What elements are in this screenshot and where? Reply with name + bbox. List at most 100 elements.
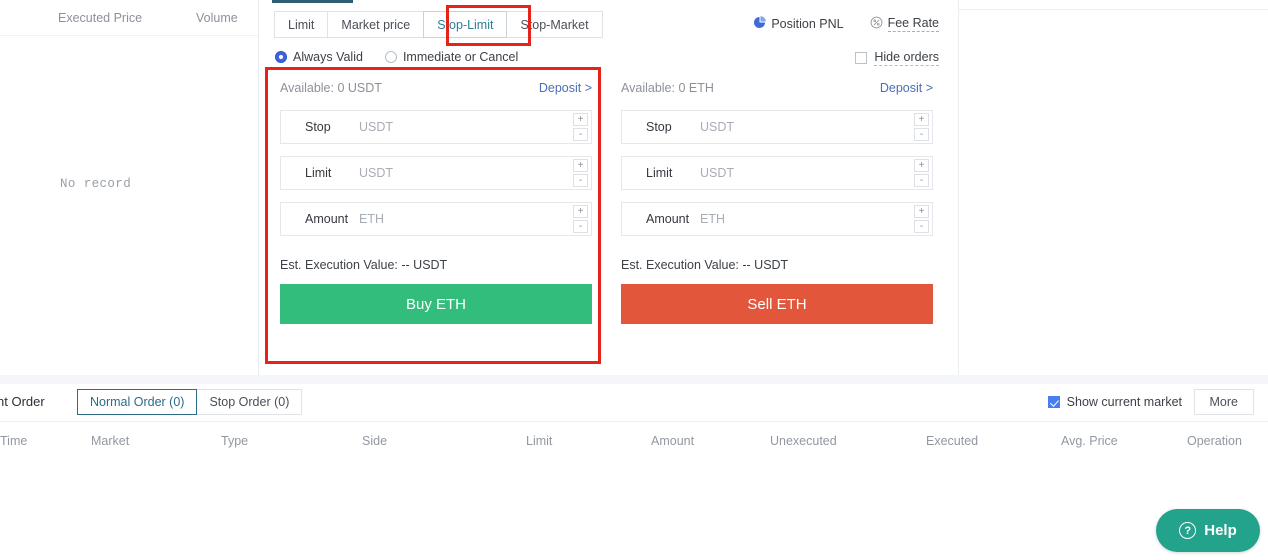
- sell-amount-increment[interactable]: +: [914, 205, 929, 218]
- sell-stop-field[interactable]: Stop + -: [621, 110, 933, 144]
- validity-option-immediate-or-cancel[interactable]: Immediate or Cancel: [384, 50, 519, 64]
- buy-amount-field[interactable]: Amount + -: [280, 202, 592, 236]
- buy-available-balance: Available: 0 USDT: [280, 81, 382, 95]
- sell-stop-increment[interactable]: +: [914, 113, 929, 126]
- buy-stop-stepper[interactable]: + -: [573, 113, 588, 141]
- position-pnl-label: Position PNL: [771, 17, 844, 31]
- buy-limit-input[interactable]: [359, 166, 591, 180]
- buy-estimated-value: Est. Execution Value: -- USDT: [280, 258, 448, 272]
- order-type-tab-limit[interactable]: Limit: [274, 11, 329, 38]
- th-market: Market: [91, 434, 130, 448]
- order-validity-options: Always Valid Immediate or Cancel: [275, 50, 540, 64]
- buy-stop-label: Stop: [305, 120, 331, 134]
- sell-available-balance: Available: 0 ETH: [621, 81, 714, 95]
- show-current-market-checkbox[interactable]: [1047, 396, 1060, 408]
- hide-orders-label: Hide orders: [874, 50, 939, 66]
- sell-amount-stepper[interactable]: + -: [914, 205, 929, 233]
- sell-limit-decrement[interactable]: -: [914, 174, 929, 187]
- sell-stop-label: Stop: [646, 120, 672, 134]
- buy-stop-field[interactable]: Stop + -: [280, 110, 592, 144]
- fee-rate-label: Fee Rate: [887, 16, 939, 32]
- show-current-market-toggle[interactable]: Show current market: [1047, 395, 1182, 409]
- question-mark-icon: ?: [1179, 522, 1197, 539]
- current-order-label: nt Order: [0, 394, 45, 409]
- orders-table-header: Time Market Type Side Limit Amount Unexe…: [0, 422, 1268, 456]
- sell-limit-field[interactable]: Limit + -: [621, 156, 933, 190]
- buy-amount-stepper[interactable]: + -: [573, 205, 588, 233]
- sell-estimated-value: Est. Execution Value: -- USDT: [621, 258, 789, 272]
- sell-eth-button[interactable]: Sell ETH: [621, 284, 933, 324]
- validity-option-always-valid[interactable]: Always Valid: [275, 50, 363, 64]
- buy-amount-increment[interactable]: +: [573, 205, 588, 218]
- right-side-pane: [959, 0, 1268, 375]
- buy-stop-increment[interactable]: +: [573, 113, 588, 126]
- order-type-tab-market-price[interactable]: Market price: [327, 11, 425, 38]
- percent-circle-icon: [870, 16, 883, 32]
- validity-label-always-valid: Always Valid: [293, 50, 363, 64]
- buy-limit-increment[interactable]: +: [573, 159, 588, 172]
- tab-normal-order[interactable]: Normal Order (0): [77, 389, 198, 415]
- fee-rate-link[interactable]: Fee Rate: [870, 16, 939, 32]
- th-limit: Limit: [526, 434, 553, 448]
- help-button[interactable]: ? Help: [1156, 509, 1260, 552]
- sell-limit-stepper[interactable]: + -: [914, 159, 929, 187]
- buy-deposit-link[interactable]: Deposit >: [539, 81, 592, 95]
- order-type-tabs: Limit Market price Stop-Limit Stop-Marke…: [274, 11, 603, 38]
- hide-orders-toggle[interactable]: Hide orders: [855, 50, 939, 66]
- trade-form-panel: Limit Market price Stop-Limit Stop-Marke…: [259, 0, 959, 375]
- sell-deposit-link[interactable]: Deposit >: [880, 81, 933, 95]
- pie-chart-icon: [753, 16, 767, 32]
- orders-section: nt Order Normal Order (0) Stop Order (0)…: [0, 384, 1268, 560]
- order-book-panel: Executed Price Volume No record: [0, 0, 259, 375]
- sell-limit-input[interactable]: [700, 166, 932, 180]
- orders-header: nt Order Normal Order (0) Stop Order (0)…: [0, 384, 1268, 422]
- buy-amount-input[interactable]: [359, 212, 591, 226]
- order-type-tab-stop-market[interactable]: Stop-Market: [506, 11, 603, 38]
- th-unexecuted: Unexecuted: [770, 434, 837, 448]
- sell-amount-input[interactable]: [700, 212, 932, 226]
- sell-limit-label: Limit: [646, 166, 673, 180]
- validity-label-immediate-or-cancel: Immediate or Cancel: [402, 50, 519, 64]
- sell-limit-increment[interactable]: +: [914, 159, 929, 172]
- active-top-tab-indicator: [272, 0, 353, 3]
- more-button[interactable]: More: [1193, 389, 1254, 415]
- radio-immediate-or-cancel[interactable]: [384, 51, 397, 63]
- show-current-market-label: Show current market: [1066, 395, 1182, 409]
- column-header-volume: Volume: [196, 11, 238, 25]
- th-avg-price: Avg. Price: [1061, 434, 1118, 448]
- buy-limit-label: Limit: [305, 166, 332, 180]
- sell-stop-decrement[interactable]: -: [914, 128, 929, 141]
- tab-stop-order[interactable]: Stop Order (0): [196, 389, 303, 415]
- buy-side-form: Available: 0 USDT Deposit > Stop + - Lim…: [280, 78, 592, 324]
- position-pnl-link[interactable]: Position PNL: [753, 16, 844, 32]
- sell-stop-input[interactable]: [700, 120, 932, 134]
- hide-orders-checkbox[interactable]: [855, 52, 868, 64]
- buy-limit-decrement[interactable]: -: [573, 174, 588, 187]
- sell-amount-field[interactable]: Amount + -: [621, 202, 933, 236]
- buy-amount-label: Amount: [305, 212, 349, 226]
- help-label: Help: [1204, 522, 1237, 539]
- buy-available-row: Available: 0 USDT Deposit >: [280, 78, 592, 98]
- order-book-empty-state: No record: [60, 177, 132, 191]
- order-status-tabs: Normal Order (0) Stop Order (0): [77, 389, 303, 415]
- buy-stop-input[interactable]: [359, 120, 591, 134]
- buy-amount-decrement[interactable]: -: [573, 220, 588, 233]
- buy-stop-decrement[interactable]: -: [573, 128, 588, 141]
- th-executed: Executed: [926, 434, 979, 448]
- sell-amount-decrement[interactable]: -: [914, 220, 929, 233]
- sell-available-row: Available: 0 ETH Deposit >: [621, 78, 933, 98]
- buy-eth-button[interactable]: Buy ETH: [280, 284, 592, 324]
- sell-amount-label: Amount: [646, 212, 690, 226]
- th-amount: Amount: [651, 434, 695, 448]
- sell-stop-stepper[interactable]: + -: [914, 113, 929, 141]
- panel-utility-links: Position PNL Fee Rate: [727, 16, 939, 32]
- buy-limit-stepper[interactable]: + -: [573, 159, 588, 187]
- section-separator: [0, 375, 1268, 384]
- th-type: Type: [221, 434, 249, 448]
- order-type-tab-stop-limit[interactable]: Stop-Limit: [423, 11, 508, 38]
- column-header-executed-price: Executed Price: [58, 11, 143, 25]
- order-book-header: Executed Price Volume: [0, 0, 258, 36]
- radio-always-valid[interactable]: [275, 51, 287, 63]
- th-time: Time: [0, 434, 28, 448]
- buy-limit-field[interactable]: Limit + -: [280, 156, 592, 190]
